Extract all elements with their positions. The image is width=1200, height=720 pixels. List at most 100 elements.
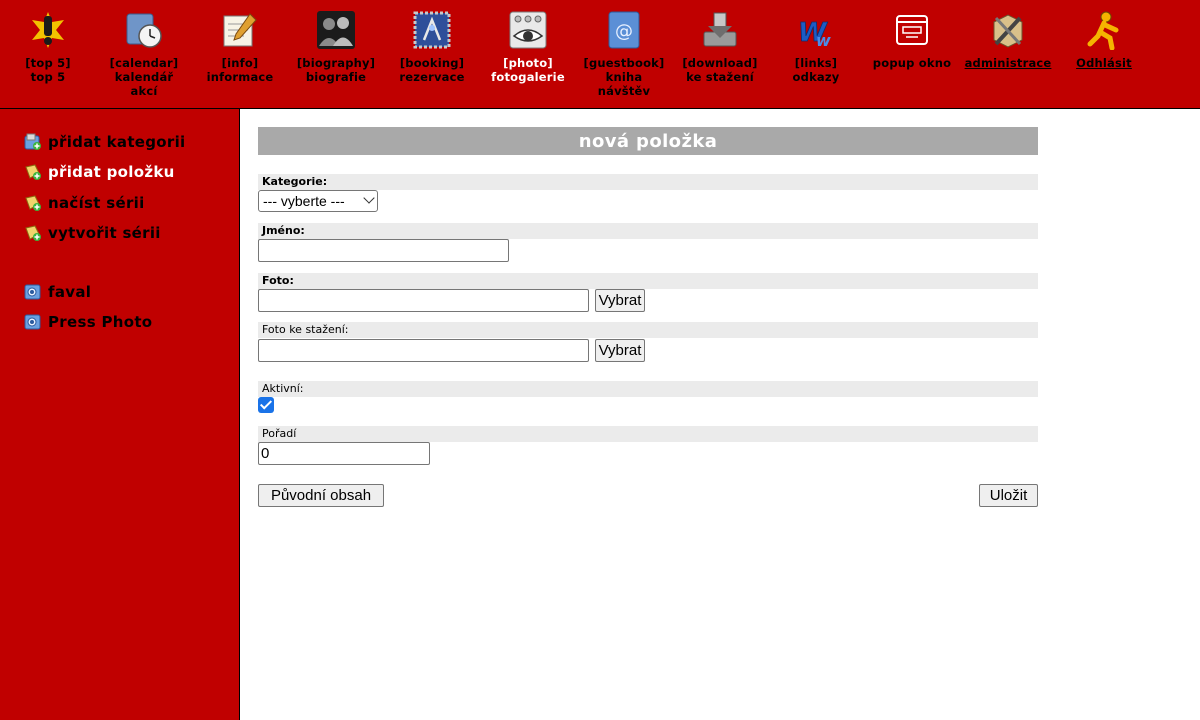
nav-label-line: kniha xyxy=(605,70,643,84)
nav-label-logout: Odhlásit xyxy=(1056,56,1152,70)
nav-label-line: [links] xyxy=(794,56,838,70)
nav-label-line: [info] xyxy=(221,56,259,70)
sidebar-item-label: přidat kategorii xyxy=(48,133,186,151)
nav-label-line: [biography] xyxy=(296,56,376,70)
top-navigation-bar: [top 5] top 5 [calendar] kalendář akcí [… xyxy=(0,0,1200,109)
photo-download-file-input[interactable] xyxy=(258,339,589,362)
category-label: Kategorie: xyxy=(258,174,1038,190)
nav-label-line: top 5 xyxy=(30,70,66,84)
nav-item-booking[interactable]: [booking] rezervace xyxy=(384,10,480,84)
nav-label-booking: [booking] rezervace xyxy=(384,56,480,84)
nav-item-info[interactable]: [info] informace xyxy=(192,10,288,84)
svg-text:w: w xyxy=(816,31,831,50)
nav-label-guestbook: [guestbook] kniha návštěv xyxy=(576,56,672,98)
nav-label-top5: [top 5] top 5 xyxy=(0,56,96,84)
nav-item-popup[interactable]: popup okno xyxy=(864,10,960,70)
nav-label-line: odkazy xyxy=(792,70,840,84)
nav-label-links: [links] odkazy xyxy=(768,56,864,84)
download-tray-icon xyxy=(703,12,737,47)
nav-label-line: [guestbook] xyxy=(583,56,665,70)
calendar-clock-icon xyxy=(126,13,162,48)
name-input[interactable] xyxy=(258,239,509,262)
people-silhouettes-icon xyxy=(317,11,355,49)
gallery-icon xyxy=(24,314,41,330)
eye-preview-icon xyxy=(509,11,547,49)
nav-label-line: ke stažení xyxy=(686,70,754,84)
nav-label-line: Odhlásit xyxy=(1076,56,1132,70)
sidebar-item-faval[interactable]: faval xyxy=(24,283,91,301)
active-label: Aktivní: xyxy=(258,381,1038,397)
svg-text:@: @ xyxy=(615,21,633,42)
sidebar-item-press-photo[interactable]: Press Photo xyxy=(24,313,152,331)
gallery-icon xyxy=(24,284,41,300)
nav-label-line: akcí xyxy=(130,84,158,98)
nav-label-line: [top 5] xyxy=(25,56,71,70)
nav-label-calendar: [calendar] kalendář akcí xyxy=(96,56,192,98)
sidebar-item-label: přidat položku xyxy=(48,163,175,181)
sidebar-item-add-category[interactable]: přidat kategorii xyxy=(24,133,186,151)
stamp-icon xyxy=(413,11,451,49)
sidebar-item-label: vytvořit sérii xyxy=(48,224,161,242)
nav-label-line: fotogalerie xyxy=(491,70,565,84)
notepad-pencil-icon xyxy=(223,13,257,47)
sidebar-item-label: načíst sérii xyxy=(48,194,145,212)
nav-label-line: administrace xyxy=(964,56,1052,70)
photo-download-label: Foto ke stažení: xyxy=(258,322,1038,338)
popup-window-icon xyxy=(896,15,928,45)
sidebar-item-label: Press Photo xyxy=(48,313,153,331)
nav-label-line: kalendář xyxy=(114,70,174,84)
photo-label: Foto: xyxy=(258,273,1038,289)
nav-item-top5[interactable]: [top 5] top 5 xyxy=(0,10,96,84)
sidebar-item-add-item[interactable]: přidat položku xyxy=(24,163,175,181)
nav-item-logout[interactable]: Odhlásit xyxy=(1056,10,1152,70)
nav-label-line: rezervace xyxy=(399,70,465,84)
form-title: nová položka xyxy=(258,127,1038,155)
nav-item-photo[interactable]: [photo] fotogalerie xyxy=(480,10,576,84)
exclamation-bomb-icon xyxy=(32,12,64,48)
nav-item-links[interactable]: W w [links] odkazy xyxy=(768,10,864,84)
nav-label-line: [photo] xyxy=(503,56,553,70)
nav-item-download[interactable]: [download] ke stažení xyxy=(672,10,768,84)
nav-item-admin[interactable]: administrace xyxy=(960,10,1056,70)
nav-label-biography: [biography] biografie xyxy=(288,56,384,84)
address-book-icon: @ xyxy=(608,11,640,49)
www-links-icon: W w xyxy=(798,18,831,50)
nav-label-line: biografie xyxy=(305,70,367,84)
order-input[interactable]: 0 xyxy=(258,442,430,465)
nav-label-line: [booking] xyxy=(399,56,465,70)
photo-download-browse-button[interactable]: Vybrat xyxy=(595,339,645,362)
sidebar: přidat kategorii přidat položku načíst s… xyxy=(0,109,240,720)
photo-browse-button[interactable]: Vybrat xyxy=(595,289,645,312)
category-select-value: --- vyberte --- xyxy=(263,193,345,209)
nav-label-admin: administrace xyxy=(960,56,1056,70)
chevron-down-icon xyxy=(363,192,375,204)
create-series-icon xyxy=(25,225,41,241)
photo-file-input[interactable] xyxy=(258,289,589,312)
running-man-icon xyxy=(1087,11,1119,50)
save-button[interactable]: Uložit xyxy=(979,484,1038,507)
nav-item-calendar[interactable]: [calendar] kalendář akcí xyxy=(96,10,192,98)
nav-label-download: [download] ke stažení xyxy=(672,56,768,84)
nav-label-info: [info] informace xyxy=(192,56,288,84)
nav-label-photo: [photo] fotogalerie xyxy=(480,56,576,84)
sidebar-item-label: faval xyxy=(48,283,92,301)
order-label: Pořadí xyxy=(258,426,1038,442)
nav-label-line: návštěv xyxy=(597,84,651,98)
nav-item-guestbook[interactable]: @ [guestbook] kniha návštěv xyxy=(576,10,672,98)
nav-label-line: [calendar] xyxy=(109,56,179,70)
nav-label-line: [download] xyxy=(682,56,758,70)
sidebar-item-load-series[interactable]: načíst sérii xyxy=(24,194,145,212)
load-series-icon xyxy=(25,195,41,211)
active-checkbox[interactable] xyxy=(258,397,274,413)
nav-label-popup: popup okno xyxy=(864,56,960,70)
category-select[interactable]: --- vyberte --- xyxy=(258,190,378,212)
nav-item-biography[interactable]: [biography] biografie xyxy=(288,10,384,84)
reset-button[interactable]: Původní obsah xyxy=(258,484,384,507)
admin-tools-icon xyxy=(993,14,1023,48)
add-category-icon xyxy=(24,133,41,150)
sidebar-item-create-series[interactable]: vytvořit sérii xyxy=(24,224,161,242)
add-item-icon xyxy=(25,164,41,180)
nav-label-line: informace xyxy=(206,70,274,84)
nav-label-line: popup okno xyxy=(872,56,952,70)
name-label: Jméno: xyxy=(258,223,1038,239)
